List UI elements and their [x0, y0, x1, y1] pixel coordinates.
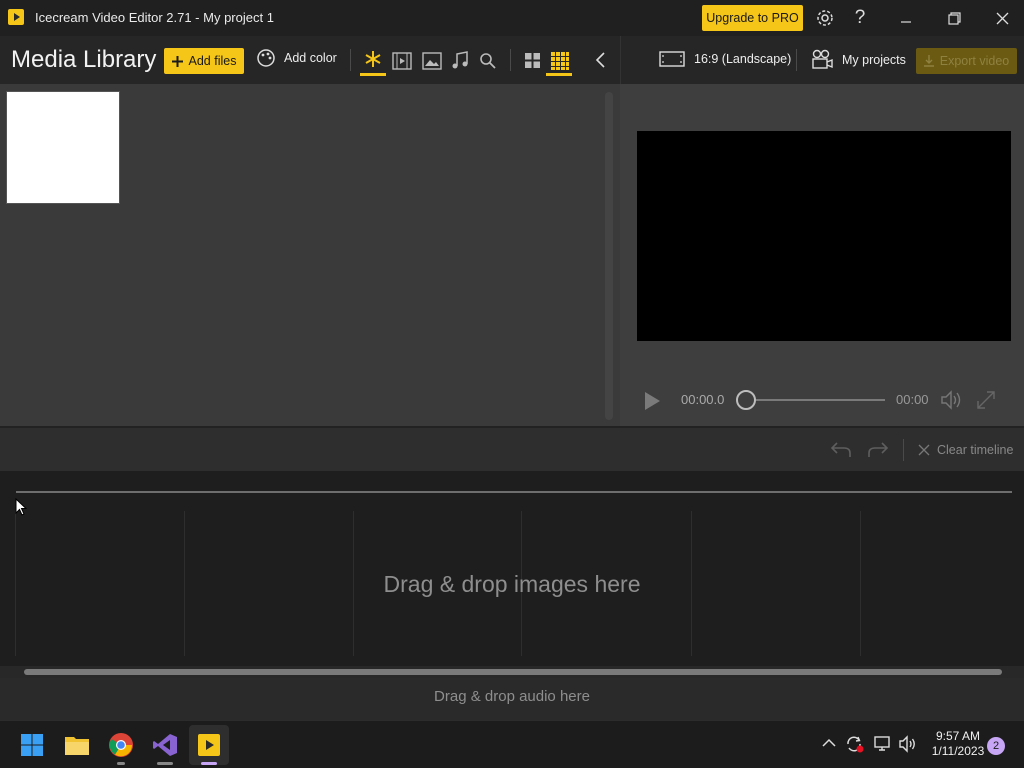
- app-logo-icon: [8, 9, 24, 25]
- my-projects-button[interactable]: My projects: [811, 49, 906, 71]
- sync-icon[interactable]: [845, 735, 865, 753]
- favorites-star-icon[interactable]: [360, 48, 386, 76]
- chrome-icon[interactable]: [101, 725, 141, 765]
- video-preview-canvas: [637, 131, 1011, 341]
- network-icon[interactable]: [873, 735, 893, 753]
- palette-icon: [257, 49, 275, 67]
- drop-images-placeholder: Drag & drop images here: [383, 571, 641, 597]
- window-title: Icecream Video Editor 2.71 - My project …: [35, 10, 274, 25]
- export-video-button[interactable]: Export video: [916, 48, 1017, 74]
- redo-icon[interactable]: [867, 441, 889, 459]
- system-clock[interactable]: 9:57 AM 1/11/2023: [928, 729, 988, 759]
- library-scrollbar[interactable]: [605, 92, 613, 420]
- aspect-ratio-button[interactable]: 16:9 (Landscape): [659, 51, 791, 67]
- timeline-horizontal-scrollbar[interactable]: [0, 666, 1024, 678]
- add-color-label: Add color: [284, 51, 337, 65]
- film-camera-icon: [812, 49, 833, 69]
- undo-icon[interactable]: [830, 441, 852, 459]
- icecream-editor-taskbar-icon[interactable]: [189, 725, 229, 765]
- plus-icon: [171, 55, 183, 67]
- image-filter-icon[interactable]: [422, 52, 442, 70]
- close-icon[interactable]: [986, 4, 1018, 32]
- add-files-label: Add files: [188, 54, 237, 68]
- timeline-ruler: [16, 491, 1012, 493]
- music-filter-icon[interactable]: [451, 51, 469, 71]
- windows-taskbar: 9:57 AM 1/11/2023 2: [0, 720, 1024, 768]
- tray-chevron-up-icon[interactable]: [822, 738, 836, 748]
- video-preview-panel: 00:00.0 00:00: [620, 84, 1024, 426]
- aspect-ratio-label: 16:9 (Landscape): [694, 52, 792, 66]
- media-thumbnail-white[interactable]: [6, 91, 120, 204]
- toolbar-separator: [796, 49, 797, 71]
- current-time: 00:00.0: [681, 392, 725, 407]
- help-icon[interactable]: ?: [844, 4, 876, 32]
- settings-gear-icon[interactable]: [809, 4, 841, 32]
- volume-icon[interactable]: [940, 389, 964, 411]
- title-bar: Icecream Video Editor 2.71 - My project …: [0, 0, 1024, 36]
- file-explorer-icon[interactable]: [57, 725, 97, 765]
- visual-studio-icon[interactable]: [145, 725, 185, 765]
- search-icon[interactable]: [479, 52, 497, 70]
- add-files-button[interactable]: Add files: [164, 48, 244, 74]
- toolbar-separator: [350, 49, 351, 71]
- timeline-track[interactable]: Drag & drop images here: [0, 471, 1024, 666]
- export-icon: [923, 55, 934, 67]
- upgrade-button[interactable]: Upgrade to PRO: [702, 5, 803, 31]
- toolbar-separator: [510, 49, 511, 71]
- timeline-controls-bar: Clear timeline: [0, 428, 1024, 471]
- aspect-ratio-icon: [659, 51, 685, 67]
- fullscreen-icon[interactable]: [976, 390, 996, 410]
- media-library-title: Media Library: [11, 46, 157, 73]
- clear-timeline-label: Clear timeline: [937, 443, 1014, 457]
- library-toolbar: Media Library Add color: [0, 36, 620, 84]
- scrollbar-thumb[interactable]: [24, 669, 1002, 675]
- toolbar-separator: [903, 439, 904, 461]
- my-projects-label: My projects: [842, 53, 906, 67]
- video-filter-icon[interactable]: [392, 52, 412, 70]
- speaker-icon[interactable]: [898, 735, 918, 753]
- clock-time: 9:57 AM: [935, 729, 981, 743]
- maximize-icon[interactable]: [938, 4, 970, 32]
- notification-badge[interactable]: 2: [987, 737, 1005, 755]
- audio-track[interactable]: Drag & drop audio here: [0, 678, 1024, 720]
- media-library-grid: [0, 84, 620, 426]
- windows-start-icon[interactable]: [12, 725, 52, 765]
- large-grid-view-icon[interactable]: [524, 52, 541, 69]
- export-video-label: Export video: [939, 54, 1010, 68]
- collapse-panel-chevron-icon[interactable]: [594, 51, 606, 69]
- clock-date: 1/11/2023: [931, 744, 985, 758]
- clear-timeline-button[interactable]: Clear timeline: [918, 443, 1013, 457]
- clear-x-icon: [918, 444, 930, 456]
- add-color-button[interactable]: Add color: [256, 48, 337, 68]
- preview-toolbar: 16:9 (Landscape) My projects Export vide…: [620, 36, 1024, 84]
- playback-progress-knob[interactable]: [736, 390, 756, 410]
- playback-progress-track[interactable]: [746, 399, 885, 401]
- mouse-cursor-icon: [15, 498, 27, 516]
- drop-audio-placeholder: Drag & drop audio here: [434, 688, 590, 705]
- total-time: 00:00: [896, 392, 929, 407]
- minimize-icon[interactable]: [890, 4, 922, 32]
- play-icon[interactable]: [643, 391, 661, 411]
- small-grid-view-icon[interactable]: [546, 48, 572, 76]
